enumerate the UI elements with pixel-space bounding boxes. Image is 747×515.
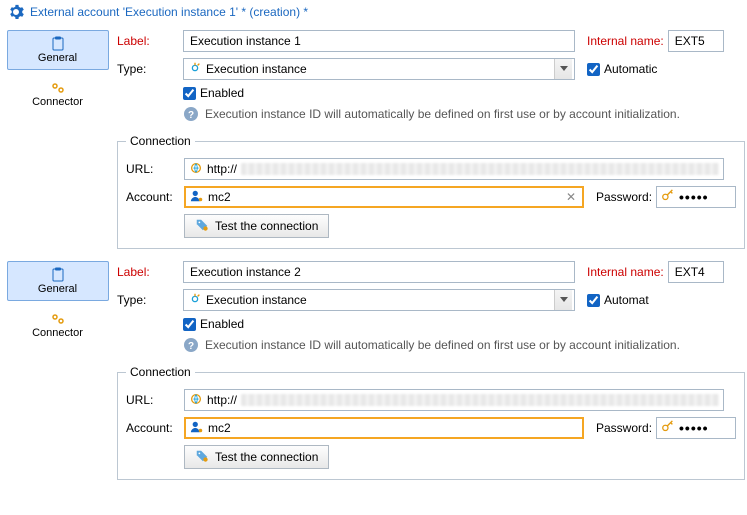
sidebar-item-general[interactable]: General [7,261,109,301]
link-icon [189,161,203,178]
type-label: Type: [117,62,177,76]
account-input[interactable] [208,188,560,206]
account-label: Account: [126,190,180,204]
info-icon: ? [183,337,199,353]
info-icon: ? [183,106,199,122]
url-redacted [241,394,719,406]
plug-icon [188,292,202,309]
user-icon [190,420,204,437]
type-label: Type: [117,293,177,307]
sidebar-item-label: Connector [32,327,83,339]
clipboard-icon [50,36,66,52]
gear-icon [8,4,24,20]
instance-block-1: General Connector Label: Internal name: … [0,255,747,486]
url-prefix: http:// [207,162,237,176]
enabled-checkbox[interactable] [183,318,196,331]
tag-icon [195,218,209,235]
url-label: URL: [126,393,180,407]
type-value: Execution instance [206,62,550,76]
test-connection-button[interactable]: Test the connection [184,214,329,238]
enabled-checkbox[interactable] [183,87,196,100]
sidebar: General Connector [0,24,115,255]
chevron-down-icon[interactable] [554,59,572,79]
url-label: URL: [126,162,180,176]
sidebar-item-label: General [38,52,77,64]
clipboard-icon [50,267,66,283]
plug-icon [188,61,202,78]
account-input-wrap[interactable] [184,417,584,439]
internal-name-label: Internal name: [587,34,664,48]
sidebar: General Connector [0,255,115,486]
password-input-wrap[interactable]: ••••• [656,417,736,439]
url-prefix: http:// [207,393,237,407]
type-select[interactable]: Execution instance [183,289,575,311]
label-input[interactable] [183,261,575,283]
sidebar-item-label: Connector [32,96,83,108]
test-connection-label: Test the connection [215,219,318,233]
clear-icon[interactable]: ✕ [564,190,578,204]
window-title: External account 'Execution instance 1' … [30,5,308,19]
url-redacted [241,163,719,175]
password-label: Password: [596,190,652,204]
enabled-label: Enabled [200,86,244,100]
connector-gears-icon [50,80,66,96]
svg-text:?: ? [188,110,194,121]
svg-text:?: ? [188,341,194,352]
form-area: Label: Internal name: Type: Execution in… [115,255,747,486]
key-icon [661,420,675,437]
connection-fieldset: Connection URL: http:// Account: [117,134,745,249]
chevron-down-icon[interactable] [554,290,572,310]
automatic-checkbox[interactable] [587,63,600,76]
tag-icon [195,449,209,466]
sidebar-item-connector[interactable]: Connector [7,74,109,114]
automatic-label: Automatic [604,62,657,76]
info-text: Execution instance ID will automatically… [205,337,680,353]
account-label: Account: [126,421,180,435]
password-mask: ••••• [679,189,709,205]
internal-name-input[interactable] [668,30,724,52]
sidebar-item-connector[interactable]: Connector [7,305,109,345]
password-input-wrap[interactable]: ••••• [656,186,736,208]
user-icon [190,189,204,206]
info-text: Execution instance ID will automatically… [205,106,680,122]
label-label: Label: [117,34,177,48]
account-input[interactable] [208,419,578,437]
key-icon [661,189,675,206]
label-input[interactable] [183,30,575,52]
form-area: Label: Internal name: Type: Execution in… [115,24,747,255]
connection-legend: Connection [126,365,195,379]
enabled-label: Enabled [200,317,244,331]
internal-name-input[interactable] [668,261,724,283]
connector-gears-icon [50,311,66,327]
link-icon [189,392,203,409]
window-header: External account 'Execution instance 1' … [0,0,747,24]
url-input-wrap[interactable]: http:// [184,389,724,411]
account-input-wrap[interactable]: ✕ [184,186,584,208]
test-connection-label: Test the connection [215,450,318,464]
automatic-label: Automat [604,293,649,307]
type-select[interactable]: Execution instance [183,58,575,80]
instance-block-0: General Connector Label: Internal name: … [0,24,747,255]
connection-legend: Connection [126,134,195,148]
password-label: Password: [596,421,652,435]
automatic-checkbox[interactable] [587,294,600,307]
url-input-wrap[interactable]: http:// [184,158,724,180]
internal-name-label: Internal name: [587,265,664,279]
password-mask: ••••• [679,420,709,436]
type-value: Execution instance [206,293,550,307]
sidebar-item-general[interactable]: General [7,30,109,70]
sidebar-item-label: General [38,283,77,295]
test-connection-button[interactable]: Test the connection [184,445,329,469]
connection-fieldset: Connection URL: http:// Account: [117,365,745,480]
label-label: Label: [117,265,177,279]
